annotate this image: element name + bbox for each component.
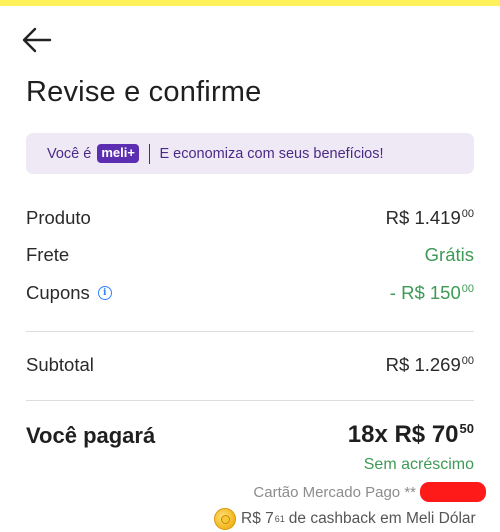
- divider: [26, 400, 474, 401]
- product-value: R$ 1.41900: [385, 207, 474, 228]
- redaction-mark: [420, 482, 486, 502]
- banner-prefix: Você é: [47, 145, 92, 162]
- page-title: Revise e confirme: [26, 76, 262, 108]
- shipping-label: Frete: [26, 244, 70, 265]
- banner-text: E economiza com seus benefícios!: [159, 145, 384, 162]
- cashback-cents: 61: [274, 514, 285, 524]
- cashback-amount: R$ 7: [241, 510, 274, 527]
- meli-plus-banner[interactable]: Você é meli+ E economiza com seus benefí…: [26, 133, 474, 174]
- meli-plus-badge: meli+: [97, 144, 139, 163]
- shipping-value: Grátis: [424, 244, 474, 265]
- total-label: Você pagará: [26, 423, 156, 448]
- product-row: Produto R$ 1.41900: [26, 207, 474, 229]
- subtotal-value: R$ 1.26900: [385, 354, 474, 375]
- subtotal-row: Subtotal R$ 1.26900: [26, 354, 474, 376]
- arrow-left-icon[interactable]: [21, 25, 53, 55]
- subtotal-label: Subtotal: [26, 354, 94, 375]
- divider: [26, 331, 474, 332]
- installments-value: 18x R$ 7050: [347, 421, 474, 448]
- card-label: Cartão Mercado Pago **: [253, 483, 416, 501]
- payment-card: Cartão Mercado Pago **: [253, 482, 486, 502]
- coupons-label-wrap: Cupons i: [26, 282, 112, 304]
- info-icon[interactable]: i: [97, 286, 112, 300]
- product-label: Produto: [26, 207, 91, 228]
- no-fee-label: Sem acréscimo: [363, 456, 474, 473]
- meli-dolar-coin-icon: [214, 508, 236, 530]
- coupons-value: - R$ 15000: [389, 282, 474, 303]
- coupons-label: Cupons: [26, 282, 90, 303]
- banner-divider: [148, 143, 151, 164]
- shipping-row: Frete Grátis: [26, 244, 474, 266]
- coupons-row: Cupons i - R$ 15000: [26, 282, 474, 304]
- cashback-text: de cashback em Meli Dólar: [288, 510, 476, 527]
- cashback-line: R$ 7 61 de cashback em Meli Dólar: [214, 508, 476, 530]
